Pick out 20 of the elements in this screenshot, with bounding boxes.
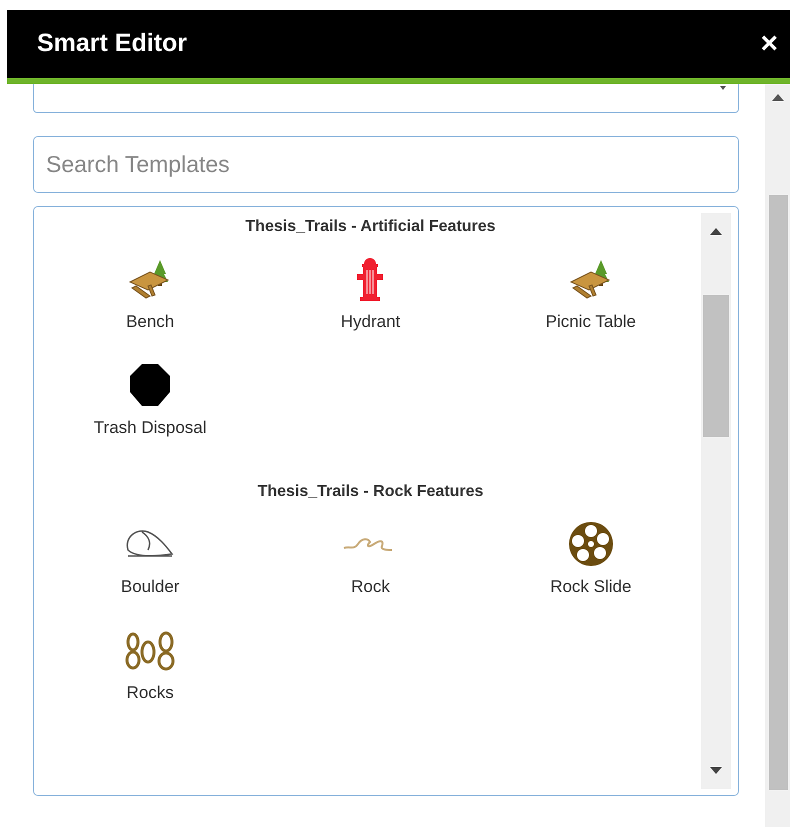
group-heading: Thesis_Trails - Artificial Features [244, 217, 497, 237]
template-label[interactable]: Rocks [126, 680, 174, 705]
scrollbar[interactable] [765, 84, 790, 827]
template-label[interactable]: Rock [351, 574, 390, 600]
template-label[interactable]: Picnic Table [546, 309, 636, 334]
scroll-down-icon[interactable] [710, 767, 722, 774]
template-label[interactable]: Trash Disposal [94, 414, 207, 440]
scroll-thumb[interactable] [703, 295, 729, 437]
template-label[interactable]: Hydrant [340, 309, 400, 334]
scrollbar[interactable] [701, 213, 731, 789]
close-button[interactable]: × [760, 29, 778, 59]
window-title: Smart Editor [37, 28, 188, 60]
search-field[interactable]: Search Templates [33, 136, 739, 193]
group-heading: Thesis_Trails - Rock Features [256, 482, 484, 502]
scroll-up-icon[interactable] [772, 94, 784, 101]
template-label[interactable]: Boulder [120, 574, 180, 600]
scroll-thumb[interactable] [769, 195, 788, 790]
template-label[interactable]: Bench [126, 309, 174, 334]
template-label[interactable]: Rock Slide [550, 574, 632, 600]
scroll-up-icon[interactable] [710, 228, 722, 235]
